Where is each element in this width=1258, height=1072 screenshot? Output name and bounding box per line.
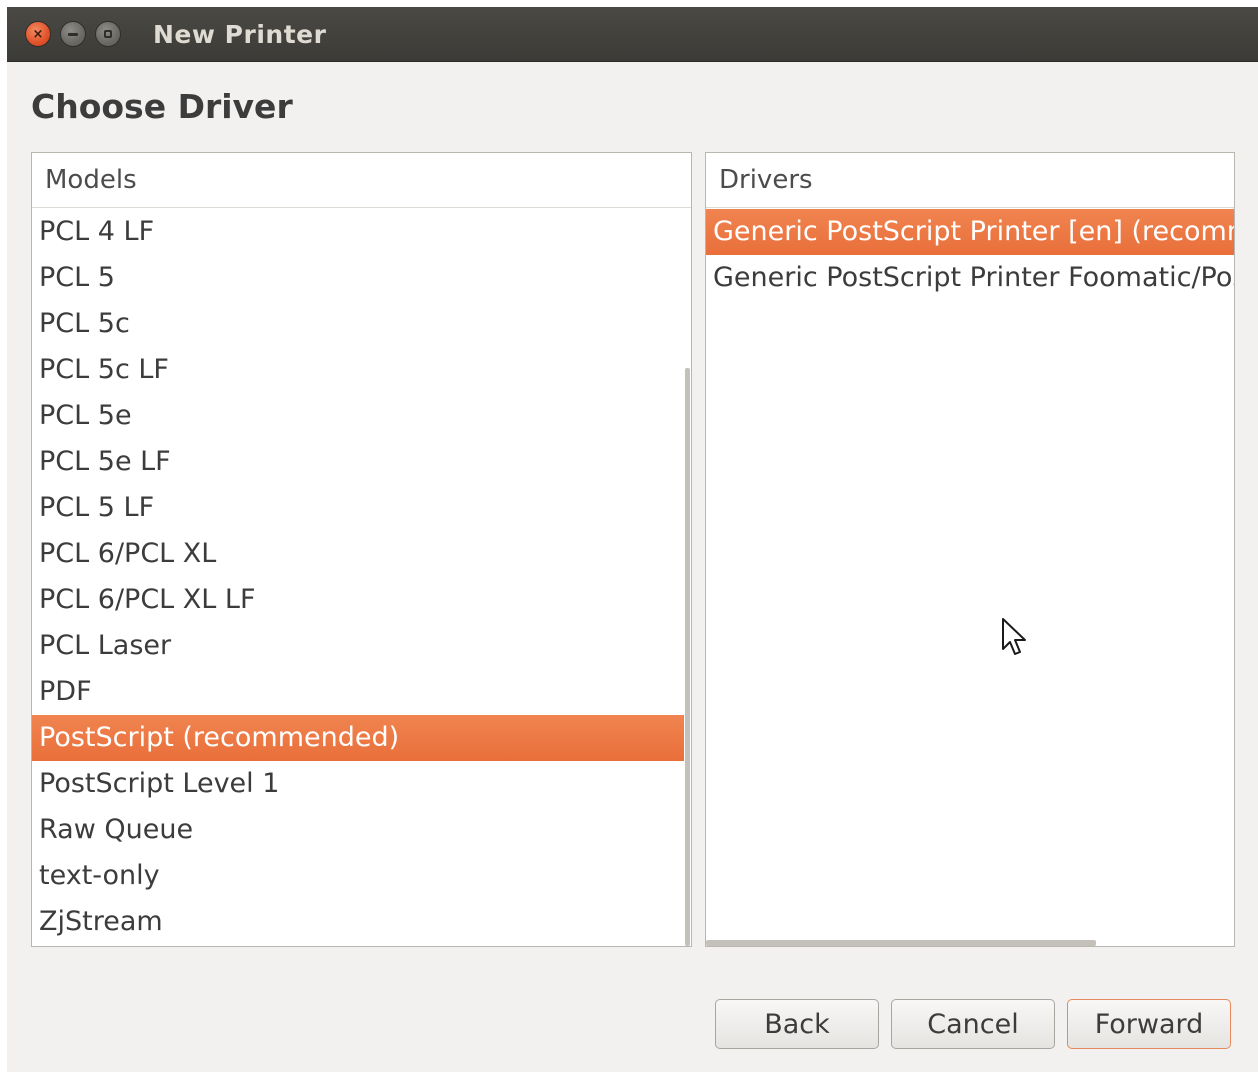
model-list-item[interactable]: ZjStream: [32, 899, 684, 945]
minimize-icon[interactable]: [60, 21, 86, 47]
model-list-item[interactable]: PCL 6/PCL XL: [32, 531, 684, 577]
model-list-item[interactable]: PCL 5c LF: [32, 347, 684, 393]
models-list-panel: Models PCL 4 LF PCL 5 PCL 5c PCL 5c LF PCL 5…: [31, 152, 692, 947]
cancel-button[interactable]: Cancel: [891, 999, 1055, 1049]
drivers-list: Generic PostScript Printer [en] (recomme…: [706, 209, 1234, 301]
forward-button[interactable]: Forward: [1067, 999, 1231, 1049]
back-button[interactable]: Back: [715, 999, 879, 1049]
driver-list-item[interactable]: Generic PostScript Printer Foomatic/Post…: [706, 255, 1234, 301]
model-list-item[interactable]: PostScript (recommended): [32, 715, 684, 761]
driver-list-item[interactable]: Generic PostScript Printer [en] (recomme…: [706, 209, 1234, 255]
model-list-item[interactable]: PCL 5 LF: [32, 485, 684, 531]
model-list-item[interactable]: PCL 5e LF: [32, 439, 684, 485]
close-icon[interactable]: ×: [25, 21, 51, 47]
title-bar[interactable]: × New Printer: [7, 7, 1258, 62]
model-list-item[interactable]: Raw Queue: [32, 807, 684, 853]
model-list-item[interactable]: PCL 4 LF: [32, 209, 684, 255]
maximize-icon[interactable]: [95, 21, 121, 47]
model-list-item[interactable]: PCL Laser: [32, 623, 684, 669]
page-title: Choose Driver: [31, 87, 293, 126]
model-list-item[interactable]: PDF: [32, 669, 684, 715]
new-printer-window: × New Printer Choose Driver Models PCL 4…: [7, 7, 1258, 1072]
maximize-box: [104, 30, 112, 38]
screen: × New Printer Choose Driver Models PCL 4…: [0, 0, 1258, 1072]
models-list: PCL 4 LF PCL 5 PCL 5c PCL 5c LF PCL 5e PCL 5e…: [32, 209, 691, 945]
window-title: New Printer: [153, 20, 327, 49]
model-list-item[interactable]: PCL 5: [32, 255, 684, 301]
model-list-item[interactable]: text-only: [32, 853, 684, 899]
model-list-item[interactable]: PostScript Level 1: [32, 761, 684, 807]
mouse-pointer-icon: [1002, 618, 1026, 655]
model-list-item[interactable]: PCL 5c: [32, 301, 684, 347]
drivers-list-panel: Drivers Generic PostScript Printer [en] …: [705, 152, 1235, 947]
drivers-column-header[interactable]: Drivers: [706, 153, 1234, 208]
models-scrollbar[interactable]: [685, 368, 690, 946]
drivers-horizontal-scrollbar[interactable]: [706, 940, 1096, 946]
model-list-item[interactable]: PCL 6/PCL XL LF: [32, 577, 684, 623]
model-list-item[interactable]: PCL 5e: [32, 393, 684, 439]
models-column-header[interactable]: Models: [32, 153, 691, 208]
close-glyph: ×: [32, 26, 44, 42]
minimize-bar: [68, 32, 78, 36]
